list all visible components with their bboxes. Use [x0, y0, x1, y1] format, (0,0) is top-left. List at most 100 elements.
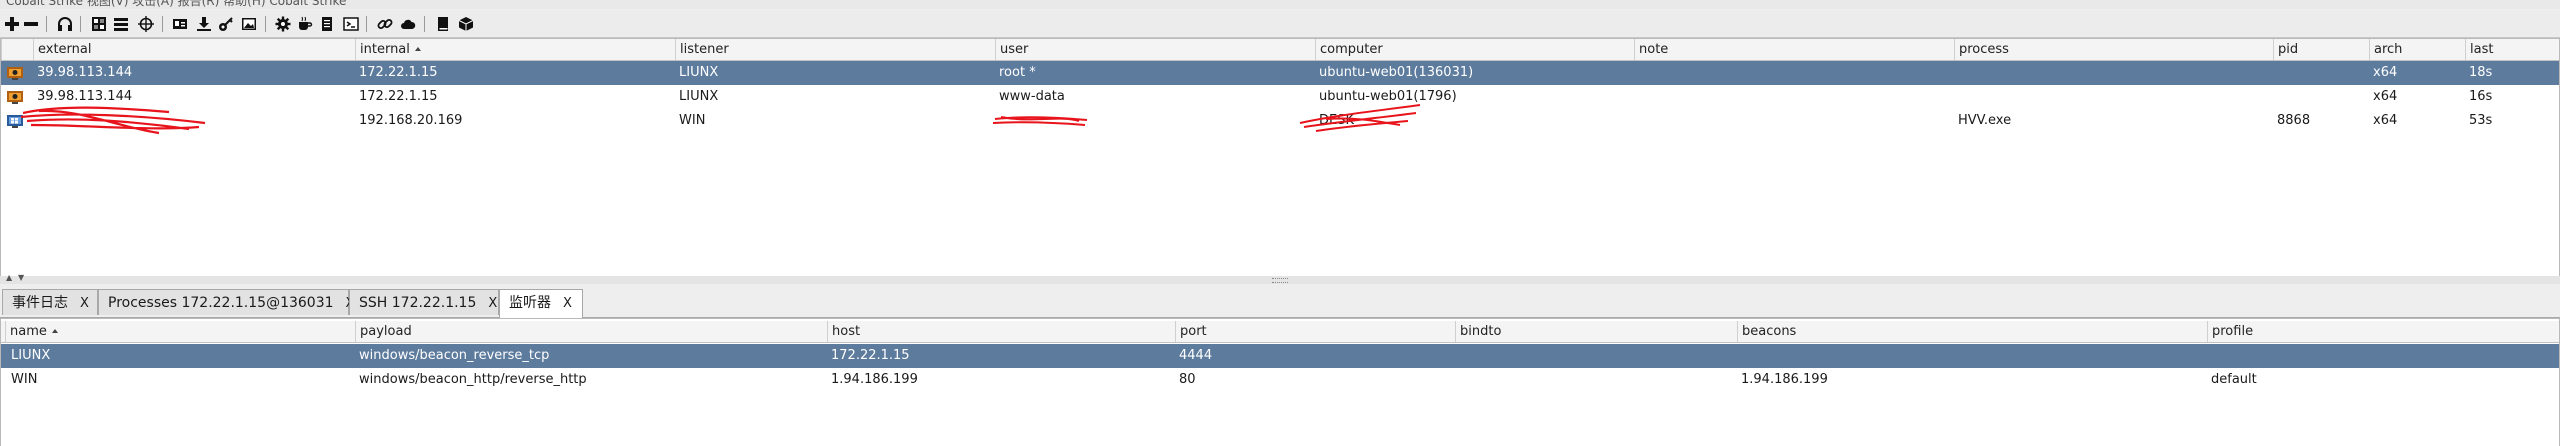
cell-internal: 172.22.1.15	[359, 89, 438, 104]
cell-name: WIN	[11, 372, 38, 387]
cell-last: 16s	[2469, 89, 2493, 104]
cell-note	[1634, 109, 1954, 133]
book-icon[interactable]	[434, 15, 452, 33]
list-icon[interactable]	[112, 15, 130, 33]
cell-pid	[2273, 85, 2369, 109]
terminal-icon[interactable]	[342, 15, 360, 33]
cell-arch: x64	[2373, 65, 2398, 80]
panel-splitter[interactable]: ▲ ▼	[0, 273, 2560, 284]
close-tab-icon[interactable]: X	[563, 296, 572, 311]
plus-icon[interactable]	[3, 15, 21, 33]
linux-beacon-icon	[7, 91, 23, 104]
cell-listener: WIN	[679, 113, 706, 128]
listener-row[interactable]: LIUNX windows/beacon_reverse_tcp 172.22.…	[1, 344, 2559, 368]
cell-process: HVV.exe	[1958, 113, 2012, 128]
main-toolbar	[0, 11, 2560, 38]
column-header-note[interactable]: note	[1634, 39, 1954, 60]
session-row[interactable]: 192.168.20.169 WIN DESK HVV.exe 8868 x64…	[1, 104, 2559, 135]
column-header-payload[interactable]: payload	[355, 321, 827, 342]
column-header-bindto[interactable]: bindto	[1455, 321, 1737, 342]
cell-listener: LIUNX	[679, 89, 719, 104]
id-card-icon[interactable]	[171, 15, 189, 33]
column-header-listener[interactable]: listener	[675, 39, 995, 60]
cell-host: 172.22.1.15	[831, 348, 910, 363]
column-header-process[interactable]: process	[1954, 39, 2273, 60]
close-tab-icon[interactable]: X	[80, 296, 89, 311]
cell-listener: LIUNX	[679, 65, 719, 80]
headphones-icon[interactable]	[56, 15, 74, 33]
column-header-internal[interactable]: internal	[355, 39, 675, 60]
toolbar-separator	[162, 16, 163, 32]
cell-arch: x64	[2373, 89, 2398, 104]
listeners-header: name payload host port bindto beacons pr…	[1, 321, 2559, 343]
tab-processes[interactable]: Processes 172.22.1.15@136031X	[98, 289, 354, 315]
download-icon[interactable]	[195, 15, 213, 33]
collapse-down-icon[interactable]: ▼	[18, 273, 24, 282]
column-header-external[interactable]: external	[33, 39, 355, 60]
tab-label: Processes 172.22.1.15@136031	[108, 295, 334, 311]
column-header-profile[interactable]: profile	[2207, 321, 2559, 342]
tab-label: 监听器	[509, 295, 551, 311]
tab-listeners[interactable]: 监听器 X	[499, 289, 583, 318]
cell-external: 39.98.113.144	[37, 89, 133, 104]
column-header-beacons[interactable]: beacons	[1737, 321, 2207, 342]
cell-user: root *	[999, 65, 1036, 80]
cell-pid	[2273, 61, 2369, 85]
gear-icon[interactable]	[274, 15, 292, 33]
cell-arch: x64	[2373, 113, 2398, 128]
cell-profile: default	[2211, 372, 2257, 387]
cell-computer: ubuntu-web01(1796)	[1319, 89, 1457, 104]
toolbar-separator	[80, 16, 81, 32]
cell-port: 80	[1179, 372, 1196, 387]
cell-bindto	[1455, 368, 1737, 392]
listeners-table: name payload host port bindto beacons pr…	[0, 318, 2560, 446]
grid-icon[interactable]	[90, 15, 108, 33]
target-icon[interactable]	[137, 15, 155, 33]
column-header-icon[interactable]	[1, 39, 33, 60]
cell-process	[1954, 85, 2273, 109]
column-header-last[interactable]: last	[2465, 39, 2559, 60]
cell-computer: DESK	[1319, 113, 1355, 128]
cell-user: www-data	[999, 89, 1065, 104]
collapse-up-icon[interactable]: ▲	[6, 273, 12, 282]
tab-ssh[interactable]: SSH 172.22.1.15 X	[349, 289, 499, 315]
tab-bar: 事件日志X Processes 172.22.1.15@136031X SSH …	[0, 287, 2560, 318]
column-header-user[interactable]: user	[995, 39, 1315, 60]
column-header-name[interactable]: name	[5, 321, 355, 342]
link-icon[interactable]	[376, 15, 394, 33]
coffee-icon[interactable]	[296, 15, 314, 33]
cell-name: LIUNX	[11, 348, 51, 363]
cube-icon[interactable]	[457, 15, 475, 33]
image-icon[interactable]	[240, 15, 258, 33]
sort-ascending-icon	[51, 328, 58, 333]
cell-internal: 192.168.20.169	[359, 113, 463, 128]
cell-last: 18s	[2469, 65, 2493, 80]
cell-port: 4444	[1179, 348, 1213, 363]
cell-beacons: 1.94.186.199	[1741, 372, 1828, 387]
tab-event-log[interactable]: 事件日志 X	[2, 289, 98, 315]
cell-beacons	[1737, 344, 2207, 368]
window-title: Cobalt Strike 视图(V) 攻击(A) 报告(R) 帮助(H) Co…	[6, 0, 347, 8]
tab-label: 事件日志	[12, 295, 68, 311]
column-header-port[interactable]: port	[1175, 321, 1455, 342]
cell-payload: windows/beacon_http/reverse_http	[359, 372, 587, 387]
document-icon[interactable]	[318, 15, 336, 33]
listener-row[interactable]: WIN windows/beacon_http/reverse_http 1.9…	[1, 368, 2559, 392]
column-header-host[interactable]: host	[827, 321, 1175, 342]
session-row[interactable]: 39.98.113.144 172.22.1.15 LIUNX root * u…	[1, 61, 2559, 85]
cell-internal: 172.22.1.15	[359, 65, 438, 80]
column-header-pid[interactable]: pid	[2273, 39, 2369, 60]
cell-note	[1634, 85, 1954, 109]
minus-icon[interactable]	[22, 15, 40, 33]
cell-profile	[2207, 344, 2559, 368]
close-tab-icon[interactable]: X	[488, 296, 497, 311]
session-row[interactable]: 39.98.113.144 172.22.1.15 LIUNX www-data…	[1, 85, 2559, 109]
sessions-header: external internal listener user computer…	[1, 39, 2559, 61]
sort-ascending-icon	[414, 46, 421, 51]
column-header-computer[interactable]: computer	[1315, 39, 1634, 60]
column-header-arch[interactable]: arch	[2369, 39, 2465, 60]
key-icon[interactable]	[217, 15, 235, 33]
cloud-icon[interactable]	[399, 15, 417, 33]
splitter-grip[interactable]	[1272, 278, 1288, 283]
cell-external	[33, 109, 355, 133]
